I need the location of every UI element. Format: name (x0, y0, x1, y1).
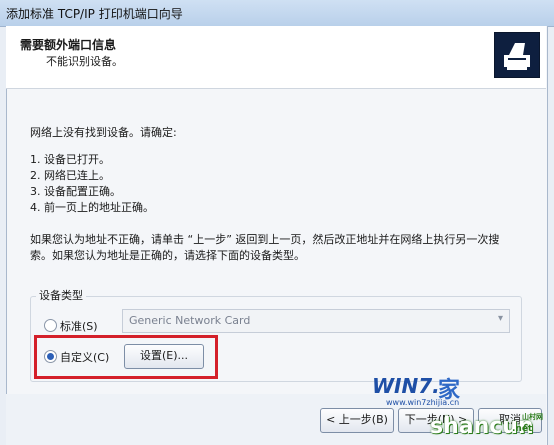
wizard-header: 需要额外端口信息 不能识别设备。 (6, 26, 546, 89)
watermark-url: www.win7zhijia.cn (386, 398, 460, 407)
device-type-label: 设备类型 (36, 287, 86, 303)
highlight-box (34, 335, 218, 379)
intro-text: 网络上没有找到设备。请确定: (30, 126, 177, 139)
back-button[interactable]: < 上一步(B) (320, 408, 394, 433)
header-title: 需要额外端口信息 (20, 38, 117, 52)
window-titlebar[interactable]: 添加标准 TCP/IP 打印机端口向导 (0, 0, 554, 27)
standard-radio[interactable] (44, 319, 57, 332)
watermark-site-tag: 山村网 (522, 413, 543, 421)
checklist-item: 2. 网络已连上。 (30, 169, 110, 182)
instructions-line-2: 索。如果您认为地址是正确的，请选择下面的设备类型。 (30, 249, 305, 262)
watermark-win7: WIN7. (372, 374, 440, 398)
checklist-item: 4. 前一页上的地址正确。 (30, 201, 154, 214)
checklist-item: 3. 设备配置正确。 (30, 185, 121, 198)
checklist-item: 1. 设备已打开。 (30, 153, 110, 166)
header-subtitle: 不能识别设备。 (46, 55, 123, 68)
chevron-down-icon: ▾ (497, 313, 503, 324)
standard-radio-label[interactable]: 标准(S) (60, 318, 98, 334)
instructions-line-1: 如果您认为地址不正确，请单击 “上一步” 返回到上一页，然后改正地址并在网络上执… (30, 233, 500, 246)
standard-device-value: Generic Network Card (129, 314, 251, 327)
watermark-net: .net (512, 424, 533, 434)
printer-icon (494, 32, 540, 78)
standard-device-select: Generic Network Card ▾ (122, 309, 510, 333)
window-title: 添加标准 TCP/IP 打印机端口向导 (6, 7, 183, 21)
